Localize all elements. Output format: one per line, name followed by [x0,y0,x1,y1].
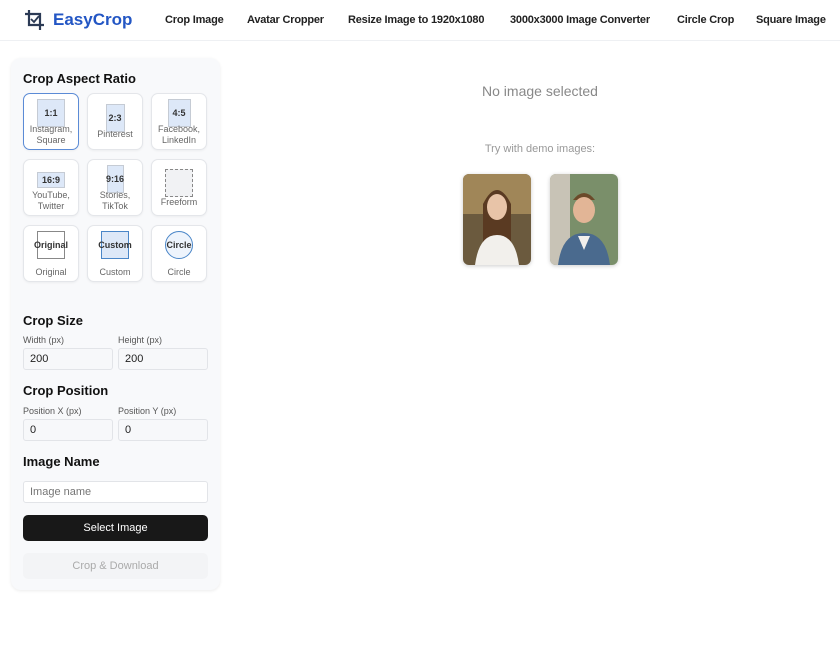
ratio-label: Original [35,267,67,277]
nav-square-image[interactable]: Square Image [756,14,826,26]
ratio-label: Facebook, LinkedIn [157,124,201,145]
ratio-label: Circle [167,267,191,277]
ratio-label: YouTube, Twitter [32,190,70,211]
nav-3000-converter[interactable]: 3000x3000 Image Converter [510,14,650,26]
select-image-button[interactable]: Select Image [23,515,208,541]
width-input[interactable] [23,348,113,370]
ratio-badge: 4:5 [167,99,191,127]
position-y-input[interactable] [118,419,208,441]
ratio-badge: Custom [98,231,132,259]
sidebar: Crop Aspect Ratio 1:1 Instagram, Square 2… [11,58,220,590]
crop-download-button[interactable]: Crop & Download [23,553,208,579]
brand-name: EasyCrop [53,10,133,29]
demo-image-man[interactable] [550,174,618,265]
crop-size-title: Crop Size [23,313,83,328]
ratio-1-1[interactable]: 1:1 Instagram, Square [23,93,79,150]
height-label: Height (px) [118,335,163,345]
ratio-freeform[interactable]: Freeform [151,159,207,216]
ratio-label: Custom [99,267,131,277]
ratio-4-5[interactable]: 4:5 Facebook, LinkedIn [151,93,207,150]
nav-circle-crop[interactable]: Circle Crop [677,14,734,26]
ratio-custom[interactable]: Custom Custom [87,225,143,282]
ratio-2-3[interactable]: 2:3 Pinterest [87,93,143,150]
position-x-label: Position X (px) [23,406,82,416]
aspect-grid: 1:1 Instagram, Square 2:3 Pinterest 4:5 Fac… [23,93,207,282]
ratio-badge: Original [34,231,68,259]
crop-position-title: Crop Position [23,383,109,398]
header: EasyCrop Crop Image Avatar Cropper Resiz… [0,0,840,41]
ratio-label: Instagram, Square [29,124,73,145]
ratio-badge: 2:3 [105,104,125,132]
position-y-label: Position Y (px) [118,406,177,416]
empty-state-text: No image selected [482,83,598,99]
position-x-input[interactable] [23,419,113,441]
ratio-badge: 9:16 [106,165,124,193]
ratio-16-9[interactable]: 16:9 YouTube, Twitter [23,159,79,216]
ratio-original[interactable]: Original Original [23,225,79,282]
ratio-badge: Circle [165,231,193,259]
ratio-label: Freeform [160,197,198,207]
aspect-title: Crop Aspect Ratio [23,71,136,86]
ratio-label: Stories, TikTok [99,190,131,211]
ratio-label: Pinterest [97,129,133,139]
image-name-title: Image Name [23,454,100,469]
width-label: Width (px) [23,335,65,345]
demo-image-woman[interactable] [463,174,531,265]
ratio-badge: 1:1 [37,99,65,127]
nav-resize-1920[interactable]: Resize Image to 1920x1080 [348,14,484,26]
ratio-circle[interactable]: Circle Circle [151,225,207,282]
image-name-input[interactable] [23,481,208,503]
logo[interactable]: EasyCrop [24,9,132,31]
demo-images-label: Try with demo images: [484,143,596,155]
nav-avatar-cropper[interactable]: Avatar Cropper [247,14,324,26]
ratio-badge: 16:9 [37,172,65,188]
crop-icon [25,10,44,30]
ratio-9-16[interactable]: 9:16 Stories, TikTok [87,159,143,216]
freeform-icon [165,169,193,197]
nav-crop-image[interactable]: Crop Image [165,14,224,26]
height-input[interactable] [118,348,208,370]
